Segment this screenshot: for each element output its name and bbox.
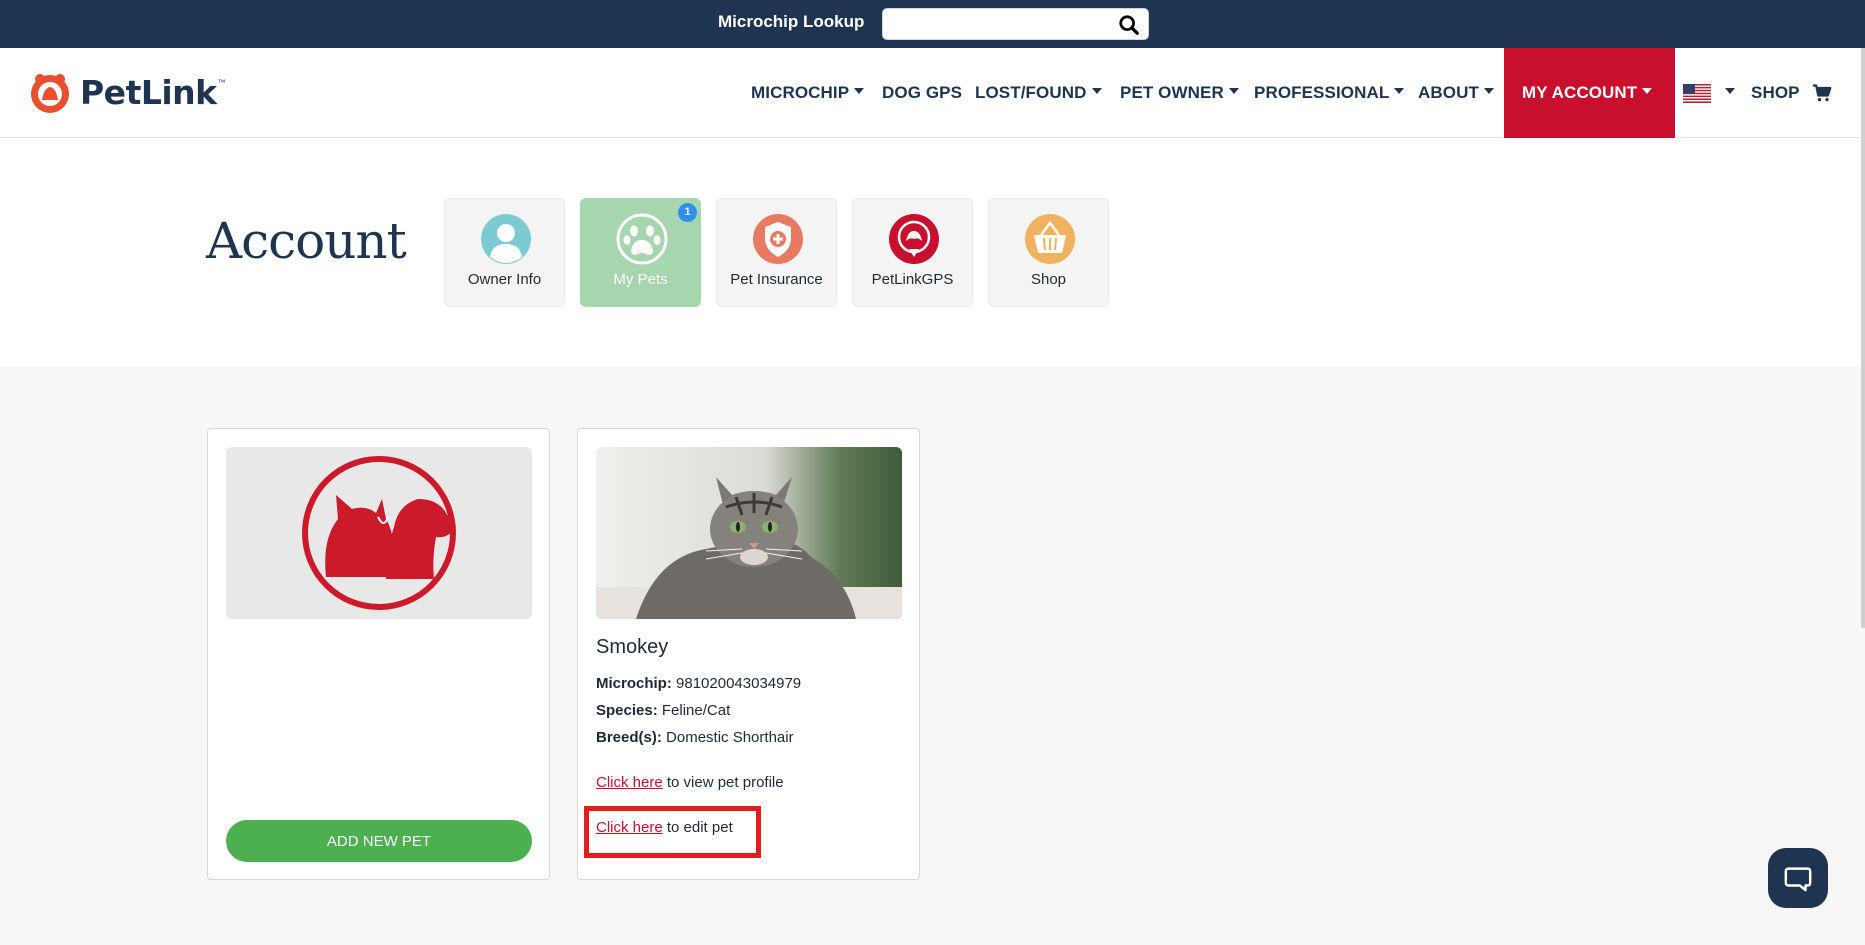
pet-species-row: Species: Feline/Cat	[596, 702, 730, 719]
gps-pin-icon	[889, 214, 939, 264]
edit-pet-text: to edit pet	[662, 819, 733, 836]
tile-pet-insurance-label: Pet Insurance	[730, 271, 823, 288]
microchip-lookup-input[interactable]	[893, 10, 1113, 38]
pet-photo-image	[596, 447, 902, 619]
nav-lost-found[interactable]: LOST/FOUND	[975, 48, 1102, 138]
language-selector[interactable]	[1683, 48, 1735, 138]
nav-dog-gps-label: DOG GPS	[882, 83, 963, 102]
nav-pet-owner[interactable]: PET OWNER	[1120, 48, 1239, 138]
edit-pet-link[interactable]: Click here	[596, 819, 663, 836]
nav-lost-found-label: LOST/FOUND	[975, 83, 1087, 102]
search-icon[interactable]	[1118, 14, 1140, 36]
pet-name: Smokey	[596, 636, 669, 658]
nav-my-account-label: MY ACCOUNT	[1522, 83, 1638, 102]
species-value: Feline/Cat	[661, 702, 731, 719]
nav-microchip[interactable]: MICROCHIP	[751, 48, 865, 138]
pets-count-badge: 1	[678, 203, 697, 222]
add-pet-card: ADD NEW PET	[207, 428, 550, 880]
microchip-lookup-label: Microchip Lookup	[718, 12, 865, 31]
paw-icon	[616, 213, 668, 265]
chevron-down-icon	[1394, 88, 1405, 94]
microchip-lookup-box	[882, 8, 1149, 40]
tile-petlinkgps-label: PetLinkGPS	[871, 271, 954, 288]
us-flag-icon	[1683, 83, 1711, 103]
petlink-logo-icon	[31, 74, 69, 113]
chevron-down-icon	[1725, 88, 1735, 94]
tile-owner-info-label: Owner Info	[467, 271, 542, 288]
logo-text: PetLink	[80, 72, 217, 112]
tile-shop-label: Shop	[1030, 271, 1067, 288]
breed-value: Domestic Shorthair	[666, 729, 794, 746]
tile-owner-info[interactable]: Owner Info	[444, 198, 565, 307]
view-profile-row: Click here to view pet profile	[596, 774, 784, 791]
microchip-value: 981020043034979	[676, 675, 802, 692]
shield-cross-icon	[753, 214, 803, 264]
pet-microchip-row: Microchip: 981020043034979	[596, 675, 801, 692]
tile-my-pets-label: My Pets	[613, 271, 668, 288]
pet-photo	[596, 447, 902, 619]
nav-about[interactable]: ABOUT	[1418, 48, 1494, 138]
add-new-pet-button[interactable]: ADD NEW PET	[226, 820, 532, 862]
top-bar: Microchip Lookup	[0, 0, 1865, 48]
nav-shop[interactable]: SHOP	[1751, 48, 1832, 138]
pet-breed-row: Breed(s): Domestic Shorthair	[596, 729, 794, 746]
view-profile-text: to view pet profile	[662, 774, 784, 791]
breed-label: Breed(s):	[596, 729, 662, 746]
cat-dog-logo-icon	[226, 447, 532, 619]
nav-about-label: ABOUT	[1418, 83, 1479, 102]
nav-shop-label: SHOP	[1751, 83, 1800, 102]
chevron-down-icon	[1228, 88, 1239, 94]
tile-petlinkgps[interactable]: PetLinkGPS	[852, 198, 973, 307]
nav-dog-gps[interactable]: DOG GPS	[882, 48, 962, 138]
cart-icon	[1812, 84, 1831, 102]
chevron-down-icon	[1483, 88, 1494, 94]
view-pet-profile-link[interactable]: Click here	[596, 774, 663, 791]
chat-button[interactable]	[1768, 848, 1828, 908]
nav-professional[interactable]: PROFESSIONAL	[1254, 48, 1405, 138]
microchip-label: Microchip:	[596, 675, 672, 692]
basket-icon	[1025, 214, 1075, 264]
chevron-down-icon	[854, 88, 865, 94]
tile-shop[interactable]: Shop	[988, 198, 1109, 307]
scrollbar[interactable]	[1861, 48, 1865, 628]
tile-my-pets[interactable]: My Pets 1	[580, 198, 701, 307]
main-navigation: PetLink ™ MICROCHIP DOG GPS LOST/FOUND P…	[0, 48, 1865, 138]
nav-microchip-label: MICROCHIP	[751, 83, 850, 102]
species-label: Species:	[596, 702, 658, 719]
nav-my-account[interactable]: MY ACCOUNT	[1504, 48, 1675, 138]
edit-pet-row: Click here to edit pet	[596, 819, 733, 836]
chat-bubble-icon	[1784, 867, 1812, 892]
petlink-logo[interactable]: PetLink ™	[28, 70, 226, 114]
chevron-down-icon	[1091, 88, 1102, 94]
chevron-down-icon	[1642, 88, 1653, 94]
nav-professional-label: PROFESSIONAL	[1254, 83, 1390, 102]
pet-card-smokey: Smokey Microchip: 981020043034979 Specie…	[577, 428, 920, 880]
page-title: Account	[206, 212, 407, 270]
tile-pet-insurance[interactable]: Pet Insurance	[716, 198, 837, 307]
person-icon	[481, 214, 531, 264]
logo-trademark: ™	[217, 78, 226, 87]
nav-pet-owner-label: PET OWNER	[1120, 83, 1224, 102]
pet-placeholder-image	[226, 447, 532, 619]
